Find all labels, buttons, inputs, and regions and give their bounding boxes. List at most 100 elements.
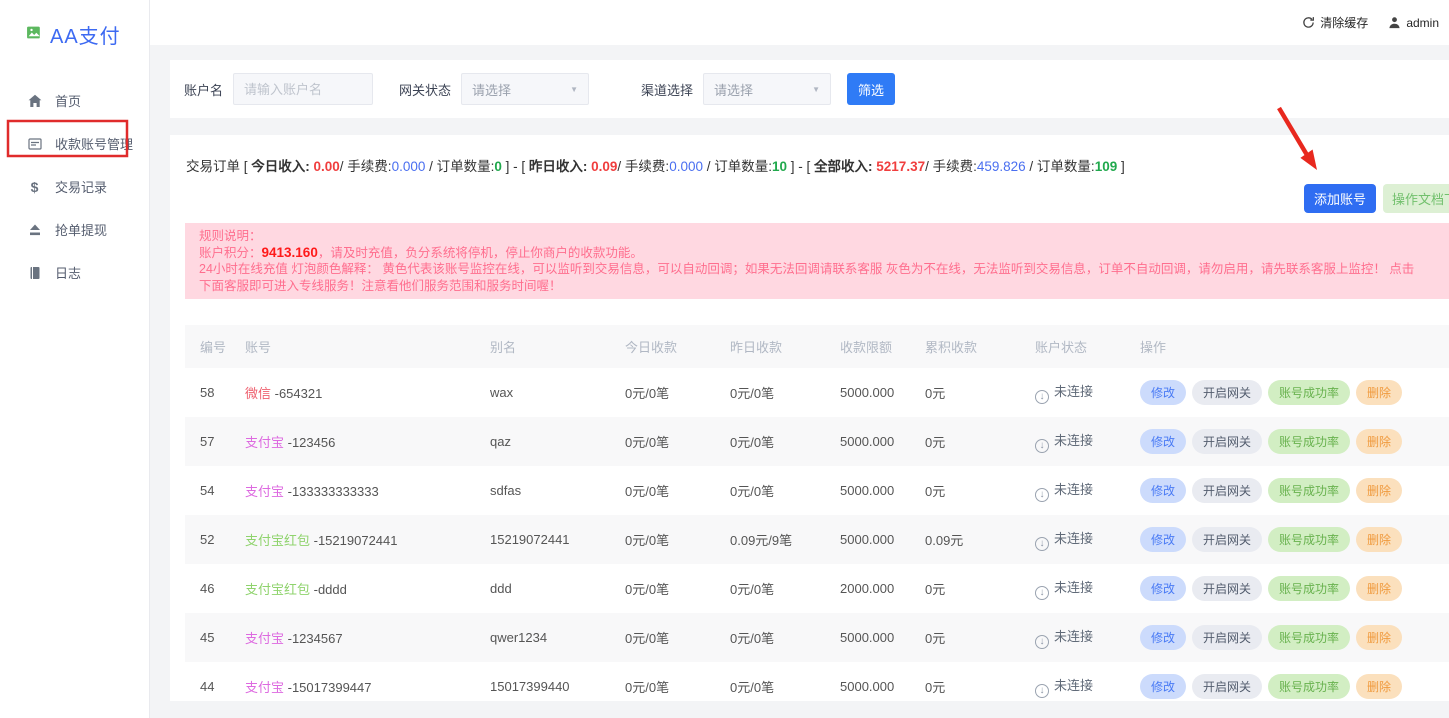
cell-total-income: 0元	[910, 368, 1020, 417]
disconnected-icon: ↓	[1035, 635, 1049, 649]
status-label: 未连接	[1054, 580, 1093, 595]
cell-operations: 修改开启网关账号成功率删除	[1125, 466, 1449, 515]
cell-today-income: 0元/0笔	[610, 368, 715, 417]
modify-button[interactable]: 修改	[1140, 478, 1186, 503]
modify-button[interactable]: 修改	[1140, 380, 1186, 405]
cell-yesterday-income: 0元/0笔	[715, 662, 825, 711]
cell-id: 45	[185, 613, 230, 662]
modify-button[interactable]: 修改	[1140, 527, 1186, 552]
accounts-panel: 交易订单 [ 今日收入: 0.00/ 手续费:0.000 / 订单数量:0 ] …	[170, 135, 1449, 701]
cell-alias: ddd	[475, 564, 610, 613]
modify-button[interactable]: 修改	[1140, 674, 1186, 699]
column-header: 账号	[230, 325, 475, 368]
cell-status: ↓未连接	[1020, 613, 1125, 662]
summary-segment: / 手续费:	[925, 159, 977, 174]
account-success-rate-button[interactable]: 账号成功率	[1268, 429, 1350, 454]
sidebar-item-logs[interactable]: 日志	[0, 251, 149, 294]
dollar-icon: $	[27, 179, 42, 194]
logo-image-icon	[26, 24, 43, 46]
delete-button[interactable]: 删除	[1356, 576, 1402, 601]
summary-segment: 今日收入:	[251, 159, 313, 174]
account-success-rate-button[interactable]: 账号成功率	[1268, 527, 1350, 552]
delete-button[interactable]: 删除	[1356, 625, 1402, 650]
disconnected-icon: ↓	[1035, 586, 1049, 600]
modify-button[interactable]: 修改	[1140, 576, 1186, 601]
cell-today-income: 0元/0笔	[610, 613, 715, 662]
channel-select[interactable]: 请选择 ▼	[703, 73, 831, 105]
rules-line-3: 24小时在线充值 灯泡颜色解释： 黄色代表该账号监控在线，可以监听到交易信息，可…	[199, 261, 1435, 278]
summary-segment: 昨日收入:	[529, 159, 591, 174]
account-success-rate-button[interactable]: 账号成功率	[1268, 674, 1350, 699]
open-gateway-button[interactable]: 开启网关	[1192, 625, 1262, 650]
delete-button[interactable]: 删除	[1356, 674, 1402, 699]
account-name-input[interactable]	[233, 73, 373, 105]
cell-operations: 修改开启网关账号成功率删除	[1125, 613, 1449, 662]
channel-type-label: 支付宝	[245, 484, 284, 499]
open-gateway-button[interactable]: 开启网关	[1192, 380, 1262, 405]
account-success-rate-button[interactable]: 账号成功率	[1268, 478, 1350, 503]
account-success-rate-button[interactable]: 账号成功率	[1268, 380, 1350, 405]
open-gateway-button[interactable]: 开启网关	[1192, 674, 1262, 699]
chevron-down-icon: ▼	[570, 85, 578, 94]
delete-button[interactable]: 删除	[1356, 478, 1402, 503]
cell-account: 支付宝 -133333333333	[230, 466, 475, 515]
summary-line: 交易订单 [ 今日收入: 0.00/ 手续费:0.000 / 订单数量:0 ] …	[170, 157, 1449, 177]
sidebar-item-account-management[interactable]: 收款账号管理	[0, 122, 149, 165]
account-success-rate-button[interactable]: 账号成功率	[1268, 625, 1350, 650]
table-row: 44支付宝 -15017399447150173994400元/0笔0元/0笔5…	[185, 662, 1449, 711]
cell-yesterday-income: 0.09元/9笔	[715, 515, 825, 564]
summary-segment: / 订单数量:	[703, 159, 772, 174]
open-gateway-button[interactable]: 开启网关	[1192, 478, 1262, 503]
cell-total-income: 0元	[910, 613, 1020, 662]
delete-button[interactable]: 删除	[1356, 380, 1402, 405]
sidebar-item-withdraw[interactable]: 抢单提现	[0, 208, 149, 251]
sidebar-item-label: 交易记录	[55, 177, 107, 196]
open-gateway-button[interactable]: 开启网关	[1192, 527, 1262, 552]
cell-alias: qaz	[475, 417, 610, 466]
sidebar-item-home[interactable]: 首页	[0, 79, 149, 122]
cell-yesterday-income: 0元/0笔	[715, 417, 825, 466]
cell-id: 52	[185, 515, 230, 564]
open-gateway-button[interactable]: 开启网关	[1192, 576, 1262, 601]
cell-id: 54	[185, 466, 230, 515]
channel-type-label: 支付宝	[245, 680, 284, 695]
filter-button[interactable]: 筛选	[847, 73, 895, 105]
rules-notice: 规则说明： 账户积分：9413.160，请及时充值，负分系统将停机，停止你商户的…	[185, 223, 1449, 299]
sidebar-item-label: 抢单提现	[55, 220, 107, 239]
column-header: 编号	[185, 325, 230, 368]
channel-select-label: 渠道选择	[641, 80, 693, 99]
cell-limit: 5000.000	[825, 613, 910, 662]
brand-name: AA支付	[50, 20, 121, 49]
table-row: 54支付宝 -133333333333sdfas0元/0笔0元/0笔5000.0…	[185, 466, 1449, 515]
summary-segment: 10	[772, 159, 787, 174]
table-row: 52支付宝红包 -15219072441152190724410元/0笔0.09…	[185, 515, 1449, 564]
doc-download-button[interactable]: 操作文档下载	[1383, 184, 1449, 213]
cell-limit: 5000.000	[825, 662, 910, 711]
cell-account: 支付宝 -123456	[230, 417, 475, 466]
cell-limit: 5000.000	[825, 515, 910, 564]
cell-status: ↓ 未连接	[1020, 564, 1125, 613]
cell-operations: 修改开启网关账号成功率删除	[1125, 417, 1449, 466]
clear-cache-button[interactable]: 清除缓存	[1302, 14, 1368, 31]
log-book-icon	[27, 265, 42, 280]
table-row: 57支付宝 -123456qaz0元/0笔0元/0笔5000.0000元↓未连接…	[185, 417, 1449, 466]
modify-button[interactable]: 修改	[1140, 625, 1186, 650]
gateway-status-select[interactable]: 请选择 ▼	[461, 73, 589, 105]
cell-account: 微信 -654321	[230, 368, 475, 417]
cell-status: ↓未连接	[1020, 368, 1125, 417]
summary-segment: 全部收入:	[814, 159, 876, 174]
modify-button[interactable]: 修改	[1140, 429, 1186, 454]
open-gateway-button[interactable]: 开启网关	[1192, 429, 1262, 454]
cell-limit: 5000.000	[825, 417, 910, 466]
user-menu[interactable]: admin	[1388, 16, 1439, 30]
add-account-button[interactable]: 添加账号	[1304, 184, 1376, 213]
channel-type-label: 支付宝	[245, 631, 284, 646]
status-label: 未连接	[1054, 678, 1093, 693]
account-success-rate-button[interactable]: 账号成功率	[1268, 576, 1350, 601]
delete-button[interactable]: 删除	[1356, 429, 1402, 454]
disconnected-icon: ↓	[1035, 439, 1049, 453]
sidebar-item-transactions[interactable]: $ 交易记录	[0, 165, 149, 208]
summary-segment: 0.000	[392, 159, 426, 174]
cell-yesterday-income: 0元/0笔	[715, 613, 825, 662]
delete-button[interactable]: 删除	[1356, 527, 1402, 552]
